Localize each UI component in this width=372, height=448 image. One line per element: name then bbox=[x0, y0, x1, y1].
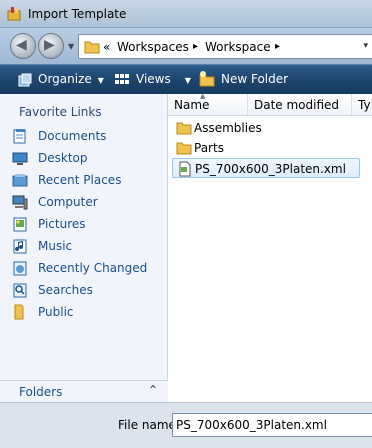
breadcrumb-overflow[interactable]: « bbox=[103, 40, 110, 54]
sidebar-item-label: Recent Places bbox=[38, 173, 122, 187]
column-date-modified[interactable]: Date modified bbox=[254, 98, 339, 112]
views-dropdown-icon: ▼ bbox=[184, 76, 191, 85]
views-label: Views bbox=[136, 72, 171, 86]
recent-places-icon bbox=[12, 174, 28, 187]
searches-icon bbox=[13, 283, 27, 298]
sidebar-item-recently-changed[interactable]: Recently Changed bbox=[12, 258, 162, 278]
sidebar-item-label: Recently Changed bbox=[38, 261, 148, 275]
forward-arrow-icon: ▶ bbox=[44, 37, 55, 53]
sidebar-item-recent-places[interactable]: Recent Places bbox=[12, 170, 162, 190]
recent-pages-dropdown-icon[interactable]: ▼ bbox=[68, 42, 74, 51]
forward-button[interactable]: ▶ bbox=[38, 33, 64, 59]
column-type[interactable]: Ty bbox=[358, 98, 371, 112]
file-name: Parts bbox=[194, 141, 224, 155]
sidebar-item-label: Searches bbox=[38, 283, 93, 297]
music-icon bbox=[13, 239, 27, 254]
sidebar-item-label: Desktop bbox=[38, 151, 88, 165]
window-title: Import Template bbox=[28, 7, 127, 21]
public-folder-icon bbox=[14, 304, 24, 320]
computer-icon bbox=[12, 195, 28, 210]
folders-label: Folders bbox=[19, 385, 63, 399]
file-name-area: File name: PS_700x600_3Platen.xml bbox=[0, 402, 372, 448]
sidebar-item-label: Music bbox=[38, 239, 73, 253]
views-icon bbox=[115, 74, 129, 84]
command-bar: Organize ▼ Views ▼ New Folder bbox=[0, 64, 372, 94]
recently-changed-icon bbox=[13, 261, 27, 276]
sidebar-item-pictures[interactable]: Pictures bbox=[12, 214, 162, 234]
sidebar-item-computer[interactable]: Computer bbox=[12, 192, 162, 212]
title-bar: Import Template bbox=[0, 0, 372, 28]
favorite-links-heading: Favorite Links bbox=[19, 105, 102, 119]
file-name-input[interactable]: PS_700x600_3Platen.xml bbox=[172, 413, 372, 437]
organize-dropdown-icon: ▼ bbox=[97, 76, 104, 85]
xml-file-icon bbox=[179, 161, 191, 177]
organize-icon bbox=[18, 73, 32, 87]
folder-icon bbox=[176, 122, 192, 135]
app-icon bbox=[7, 7, 21, 21]
chevron-up-icon[interactable]: ⌃ bbox=[148, 383, 158, 397]
folder-icon bbox=[176, 142, 192, 155]
organize-label: Organize bbox=[38, 72, 92, 86]
sidebar-item-public[interactable]: Public bbox=[12, 302, 162, 322]
desktop-icon bbox=[12, 152, 28, 165]
sidebar-item-music[interactable]: Music bbox=[12, 236, 162, 256]
back-arrow-icon: ◀ bbox=[16, 37, 27, 53]
breadcrumb-workspaces[interactable]: Workspaces bbox=[117, 40, 189, 54]
sidebar-item-desktop[interactable]: Desktop bbox=[12, 148, 162, 168]
folders-toggle[interactable]: Folders ⌃ bbox=[0, 380, 168, 402]
organize-button[interactable]: Organize ▼ bbox=[38, 72, 104, 86]
list-item[interactable]: Assemblies bbox=[172, 118, 360, 138]
file-name: PS_700x600_3Platen.xml bbox=[195, 162, 346, 176]
file-list: ▲ Name Date modified Ty Assemblies Parts… bbox=[168, 92, 372, 402]
new-folder-button[interactable]: New Folder bbox=[221, 72, 288, 86]
address-dropdown-icon[interactable]: ▾ bbox=[363, 41, 368, 51]
column-headers: ▲ Name Date modified Ty bbox=[168, 92, 372, 116]
list-item[interactable]: Parts bbox=[172, 138, 360, 158]
folder-icon bbox=[84, 41, 100, 54]
sidebar-item-label: Computer bbox=[38, 195, 98, 209]
sidebar-item-searches[interactable]: Searches bbox=[12, 280, 162, 300]
pictures-icon bbox=[13, 217, 27, 232]
breadcrumb-separator[interactable]: ▸ bbox=[193, 41, 198, 52]
file-name: Assemblies bbox=[194, 121, 262, 135]
column-name[interactable]: Name bbox=[174, 98, 209, 112]
sidebar-item-label: Pictures bbox=[38, 217, 86, 231]
column-divider[interactable] bbox=[351, 94, 352, 116]
address-bar-area: ◀ ▶ ▼ « Workspaces ▸ Workspace ▸ ▾ bbox=[0, 28, 372, 64]
breadcrumb-separator[interactable]: ▸ bbox=[275, 41, 280, 52]
sidebar-item-label: Public bbox=[38, 305, 74, 319]
sidebar-item-label: Documents bbox=[38, 129, 107, 143]
file-name-label: File name: bbox=[118, 418, 180, 432]
breadcrumb-workspace[interactable]: Workspace bbox=[205, 40, 271, 54]
views-button[interactable]: Views ▼ bbox=[136, 72, 191, 86]
sidebar-item-documents[interactable]: Documents bbox=[12, 126, 162, 146]
list-item-selected[interactable]: PS_700x600_3Platen.xml bbox=[172, 158, 360, 178]
back-button[interactable]: ◀ bbox=[10, 33, 36, 59]
navigation-pane: Favorite Links Documents Desktop Recent … bbox=[0, 94, 168, 402]
column-divider[interactable] bbox=[247, 94, 248, 116]
documents-icon bbox=[13, 129, 26, 144]
breadcrumb[interactable]: « Workspaces ▸ Workspace ▸ ▾ bbox=[78, 34, 372, 59]
new-folder-icon bbox=[199, 71, 215, 87]
